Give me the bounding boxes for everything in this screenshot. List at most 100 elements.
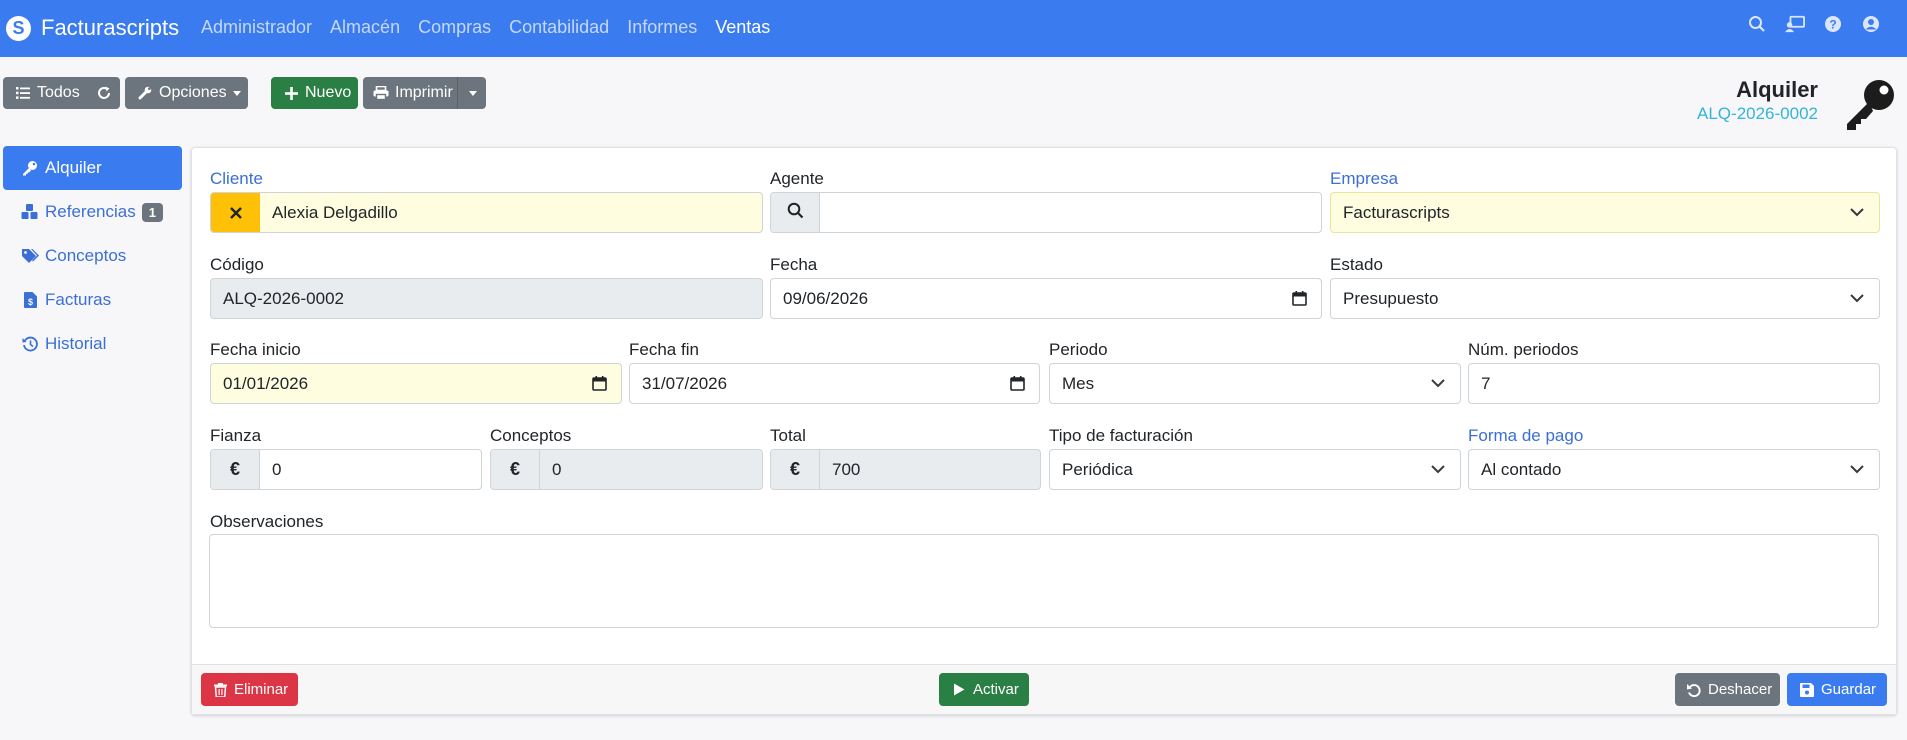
cliente-label[interactable]: Cliente [210, 169, 263, 189]
nuevo-button[interactable]: Nuevo [271, 77, 358, 109]
chevron-down-icon [1847, 460, 1867, 480]
eliminar-button[interactable]: Eliminar [201, 673, 298, 706]
num-periodos-label: Núm. periodos [1468, 340, 1579, 359]
cliente-value: Alexia Delgadillo [272, 202, 398, 222]
euro-icon: € [491, 450, 540, 489]
todos-button[interactable]: Todos [3, 77, 120, 109]
estado-select[interactable]: Presupuesto [1330, 278, 1880, 319]
chevron-down-icon [1847, 203, 1867, 223]
empresa-value: Facturascripts [1343, 202, 1450, 222]
fecha-label: Fecha [770, 255, 818, 274]
codigo-value: ALQ-2026-0002 [223, 288, 344, 308]
chalkboard-user-icon[interactable] [1785, 14, 1805, 34]
chevron-down-icon [1428, 460, 1448, 480]
clear-cliente-button[interactable] [211, 193, 260, 232]
brand[interactable]: S Facturascripts [6, 10, 179, 46]
imprimir-button[interactable]: Imprimir [363, 77, 486, 109]
euro-icon: € [211, 450, 260, 489]
brand-name: Facturascripts [41, 15, 180, 40]
sidebar-item-label: Referencias [45, 202, 136, 221]
agente-field[interactable] [770, 192, 1322, 233]
sidebar-item-historial[interactable]: Historial [3, 322, 182, 366]
fecha-inicio-field[interactable]: 01/01/2026 [210, 363, 622, 404]
menu-contabilidad[interactable]: Contabilidad [509, 17, 609, 38]
empresa-label[interactable]: Empresa [1330, 169, 1398, 189]
sidebar-item-alquiler[interactable]: Alquiler [3, 146, 182, 190]
calendar-icon[interactable] [1289, 289, 1309, 309]
sidebar-item-conceptos[interactable]: Conceptos [3, 234, 182, 278]
nuevo-label: Nuevo [305, 84, 352, 101]
deshacer-button[interactable]: Deshacer [1675, 673, 1780, 706]
cliente-field[interactable]: Alexia Delgadillo [210, 192, 763, 233]
forma-pago-select[interactable]: Al contado [1468, 449, 1880, 490]
fecha-value: 09/06/2026 [783, 288, 869, 308]
activar-button[interactable]: Activar [939, 673, 1029, 706]
document-code: ALQ-2026-0002 [1697, 104, 1818, 123]
activar-label: Activar [973, 681, 1019, 698]
total-value: 700 [832, 459, 861, 479]
print-icon [373, 85, 389, 101]
refresh-icon[interactable] [96, 85, 112, 101]
empresa-select[interactable]: Facturascripts [1330, 192, 1880, 233]
menu-ventas[interactable]: Ventas [715, 17, 770, 38]
menu-almacen[interactable]: Almacén [330, 17, 400, 38]
estado-label: Estado [1330, 255, 1383, 274]
undo-icon [1686, 682, 1702, 698]
help-icon[interactable]: ? [1823, 14, 1843, 34]
agente-label: Agente [770, 169, 824, 188]
menu-administrador[interactable]: Administrador [201, 17, 312, 38]
fianza-value: 0 [272, 459, 282, 479]
save-icon [1799, 682, 1815, 698]
fecha-inicio-label: Fecha inicio [210, 340, 301, 359]
calendar-icon[interactable] [1007, 374, 1027, 394]
guardar-label: Guardar [1821, 681, 1877, 698]
agente-search-button[interactable] [771, 193, 820, 232]
rental-form-card: Cliente Alexia Delgadillo Agente Empresa… [191, 147, 1897, 715]
imprimir-dropdown-caret-icon[interactable] [469, 91, 477, 96]
menu-informes[interactable]: Informes [627, 17, 697, 38]
navbar-icons: ? [1747, 14, 1881, 34]
svg-text:?: ? [1829, 18, 1836, 32]
top-navbar: S Facturascripts Administrador Almacén C… [0, 0, 1907, 57]
invoice-icon: $ [21, 291, 39, 309]
fianza-label: Fianza [210, 426, 262, 445]
chevron-down-icon [1847, 289, 1867, 309]
periodo-value: Mes [1062, 373, 1095, 393]
codigo-field: ALQ-2026-0002 [210, 278, 763, 319]
facturascripts-logo-icon: S [6, 15, 31, 41]
key-icon [21, 159, 39, 177]
fecha-fin-field[interactable]: 31/07/2026 [629, 363, 1040, 404]
search-icon[interactable] [1747, 14, 1767, 34]
deshacer-label: Deshacer [1708, 681, 1773, 698]
euro-icon: € [771, 450, 820, 489]
menu-compras[interactable]: Compras [418, 17, 491, 38]
tipo-facturacion-select[interactable]: Periódica [1049, 449, 1461, 490]
observaciones-textarea[interactable] [209, 534, 1879, 628]
num-periodos-field[interactable]: 7 [1468, 363, 1880, 404]
codigo-label: Código [210, 255, 264, 274]
history-icon [21, 335, 39, 353]
user-icon[interactable] [1861, 14, 1881, 34]
total-field: € 700 [770, 449, 1041, 490]
fecha-fin-label: Fecha fin [629, 340, 699, 359]
guardar-button[interactable]: Guardar [1787, 673, 1887, 706]
periodo-select[interactable]: Mes [1049, 363, 1461, 404]
fecha-inicio-value: 01/01/2026 [223, 373, 309, 393]
forma-pago-label[interactable]: Forma de pago [1468, 426, 1583, 446]
periodo-label: Periodo [1049, 340, 1108, 359]
document-header: Alquiler ALQ-2026-0002 [1697, 77, 1818, 125]
play-icon [951, 682, 967, 698]
num-periodos-value: 7 [1481, 373, 1491, 393]
sidebar-item-facturas[interactable]: $ Facturas [3, 278, 182, 322]
fecha-fin-value: 31/07/2026 [642, 373, 728, 393]
chevron-down-icon [1428, 374, 1448, 394]
sidebar-item-referencias[interactable]: Referencias 1 [3, 190, 182, 234]
caret-down-icon [232, 90, 241, 96]
fianza-field[interactable]: € 0 [210, 449, 482, 490]
fecha-field[interactable]: 09/06/2026 [770, 278, 1322, 319]
tipo-facturacion-label: Tipo de facturación [1049, 426, 1193, 445]
search-icon [787, 202, 804, 224]
opciones-button[interactable]: Opciones [125, 77, 248, 109]
calendar-icon[interactable] [589, 374, 609, 394]
plus-icon [283, 85, 299, 101]
